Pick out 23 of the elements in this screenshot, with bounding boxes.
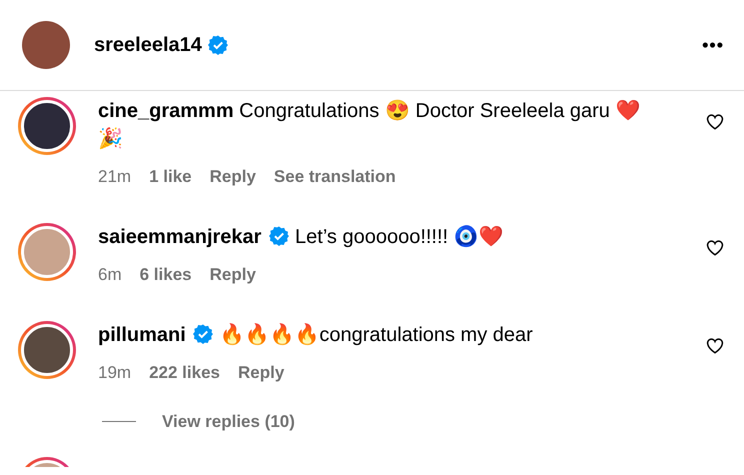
like-heart-icon[interactable] — [706, 113, 724, 131]
like-heart-icon[interactable] — [706, 337, 724, 355]
likes-count[interactable]: 1 like — [149, 163, 192, 191]
view-replies-button[interactable]: View replies (10) — [162, 409, 295, 434]
comment-text: pillumani 🔥🔥🔥🔥congratulations my dear — [98, 322, 534, 348]
username[interactable]: sreeleela14 — [94, 30, 202, 60]
reply-link[interactable]: Reply — [210, 261, 256, 289]
likes-count[interactable]: 222 likes — [149, 359, 220, 387]
avatar-photo-placeholder[interactable] — [22, 21, 70, 69]
comment-time: 19m — [98, 362, 132, 384]
username[interactable]: pillumani — [98, 324, 186, 346]
comment-text: saieemmanjrekar Let’s goooooo!!!!! 🧿❤ — [98, 224, 505, 250]
likes-count[interactable]: 6 likes — [140, 261, 192, 289]
see-translation-link[interactable]: See translation — [274, 163, 396, 191]
reply-link[interactable]: Reply — [210, 163, 256, 191]
like-heart-icon[interactable] — [706, 239, 724, 257]
comment-time: 6m — [98, 264, 122, 286]
username[interactable]: saieemmanjrekar — [98, 226, 262, 248]
more-options-button[interactable]: ••• — [702, 32, 724, 58]
username[interactable]: cine_grammm — [98, 100, 234, 122]
comment-time: 21m — [98, 166, 132, 188]
reply-link[interactable]: Reply — [238, 359, 284, 387]
comment-text: cine_grammm Congratulations 😍 Doctor Sreeleela garu ❤ 🎉 — [98, 98, 642, 152]
